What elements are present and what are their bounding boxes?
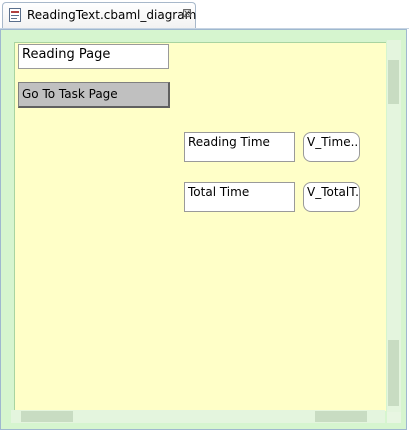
tab-title: ReadingText.cbaml_diagram	[27, 8, 197, 22]
vertical-scrollbar[interactable]	[387, 40, 401, 412]
total-time-label-widget[interactable]: Total Time	[184, 182, 295, 212]
close-icon[interactable]: ⊠	[182, 6, 192, 20]
scrollbar-corner	[387, 412, 401, 423]
vertical-scroll-track-segment[interactable]	[388, 340, 399, 406]
horizontal-scroll-track-segment[interactable]	[315, 411, 367, 422]
diagram-file-icon	[9, 7, 21, 22]
reading-time-label-widget[interactable]: Reading Time	[184, 132, 295, 162]
vertical-scroll-thumb[interactable]	[388, 60, 399, 104]
editor-tab-strip: ReadingText.cbaml_diagram ⊠	[0, 0, 409, 29]
total-time-variable-widget[interactable]: V_TotalT...	[303, 182, 360, 212]
page-title-widget[interactable]: Reading Page	[18, 44, 169, 69]
horizontal-scroll-thumb[interactable]	[21, 411, 73, 422]
tab-readingtext-diagram[interactable]: ReadingText.cbaml_diagram ⊠	[2, 2, 196, 28]
go-to-task-page-button[interactable]: Go To Task Page	[18, 82, 170, 108]
reading-time-variable-widget[interactable]: V_Time...	[303, 132, 360, 162]
horizontal-scrollbar[interactable]	[11, 410, 385, 423]
